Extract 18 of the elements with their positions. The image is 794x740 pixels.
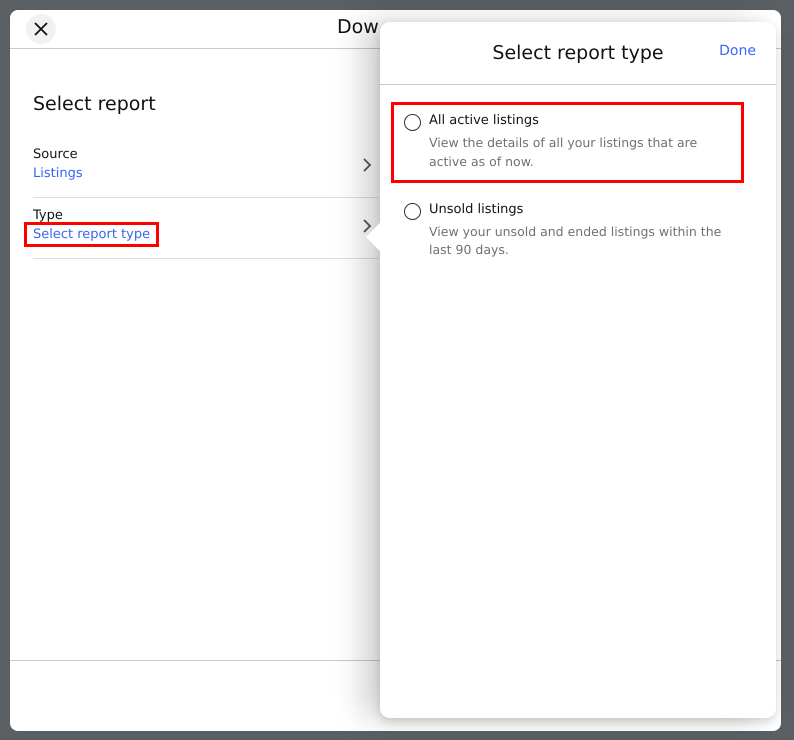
done-button[interactable]: Done <box>719 43 756 59</box>
option-label: All active listings <box>429 113 540 128</box>
field-value-link[interactable]: Select report type <box>27 225 156 244</box>
field-label: Type <box>33 208 64 223</box>
radio-button[interactable] <box>404 202 421 220</box>
option-description: View your unsold and ended listings within the last 90 days. <box>429 222 722 260</box>
close-button[interactable] <box>26 14 56 44</box>
option-description: View the details of all your listings that are active as of now. <box>429 134 698 171</box>
chevron-icon[interactable] <box>362 157 372 173</box>
popover-title: Select report type <box>492 42 664 64</box>
field-label: Source <box>33 147 79 162</box>
section-heading: Select report <box>33 93 157 115</box>
field-value-link[interactable]: Listings <box>33 164 83 183</box>
dialog-title: Dow <box>337 16 379 38</box>
radio-button[interactable] <box>404 114 421 131</box>
chevron-icon[interactable] <box>362 218 372 234</box>
close-icon <box>33 21 49 37</box>
option-label: Unsold listings <box>429 202 524 216</box>
